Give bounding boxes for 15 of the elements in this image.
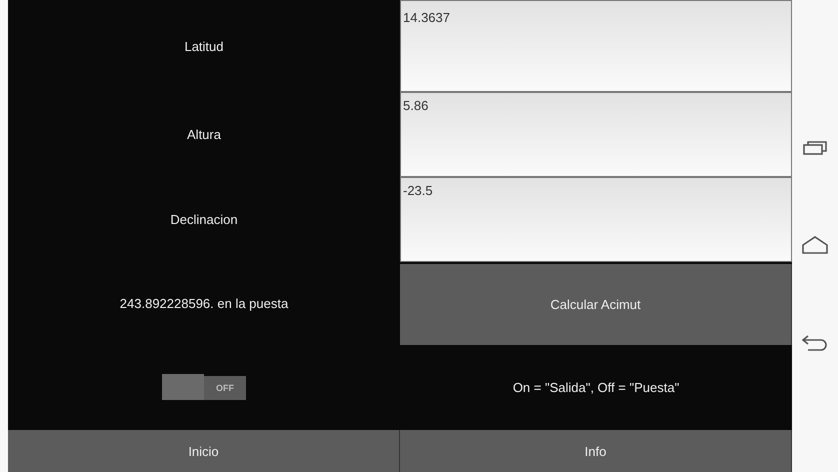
field-label: Altura	[187, 127, 221, 142]
field-label: Declinacion	[170, 212, 238, 227]
nav-button[interactable]: Info	[400, 430, 792, 472]
field-label: Latitud	[184, 38, 224, 54]
home-icon[interactable]	[802, 236, 828, 254]
toggle-switch[interactable]: OFF	[162, 376, 246, 400]
input-field[interactable]: 14.3637	[400, 0, 792, 92]
calculate-button[interactable]: Calcular Acimut	[400, 264, 792, 345]
result-text: 243.892228596. en la puesta	[120, 296, 288, 311]
nav-button[interactable]: Inicio	[8, 430, 400, 472]
back-icon[interactable]	[802, 334, 828, 352]
input-field[interactable]: -23.5	[400, 177, 792, 262]
recent-apps-icon[interactable]	[803, 140, 827, 156]
toggle-hint: On = "Salida", Off = "Puesta"	[512, 380, 680, 395]
input-field[interactable]: 5.86	[400, 92, 792, 177]
